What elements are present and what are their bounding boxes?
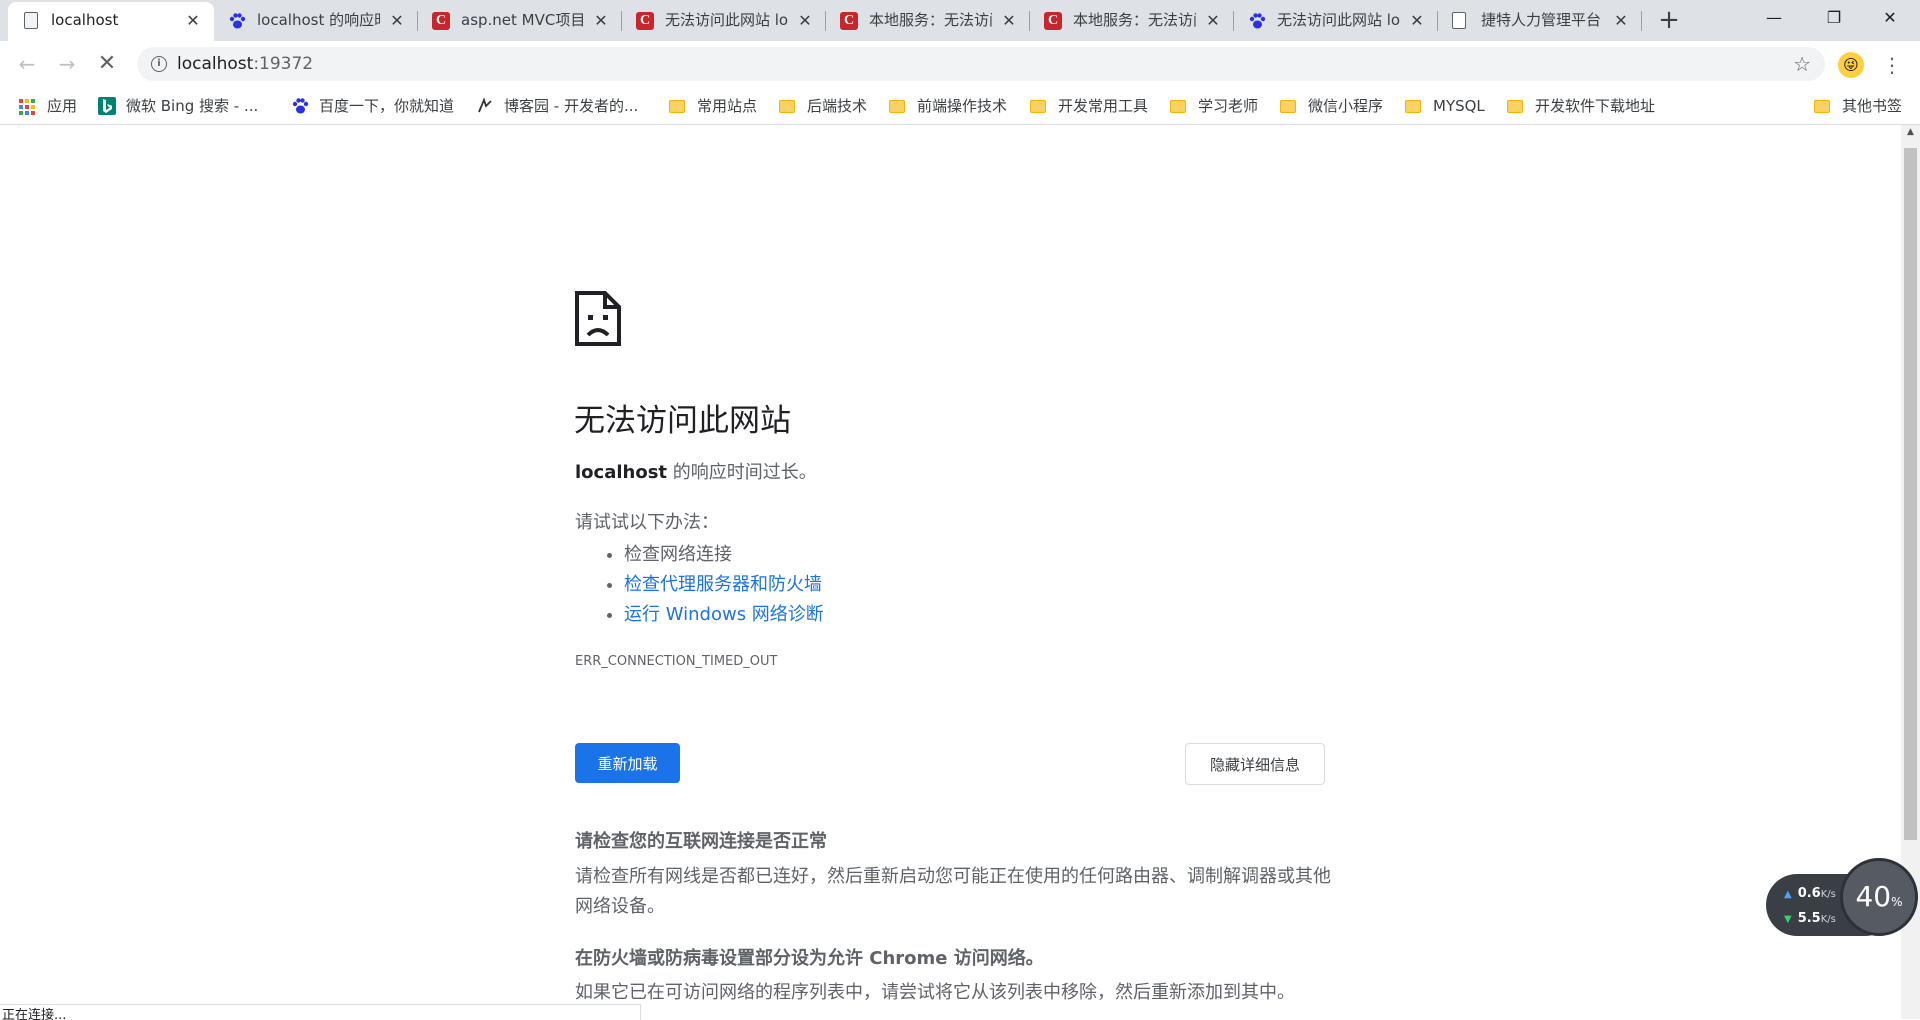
forward-button[interactable]: →	[52, 49, 82, 79]
scroll-thumb[interactable]	[1904, 148, 1917, 840]
suggestions-list: 检查网络连接 检查代理服务器和防火墙 运行 Windows 网络诊断	[600, 540, 824, 630]
folder-icon	[1280, 97, 1298, 115]
page-content: 无法访问此网站 localhost 的响应时间过长。 请试试以下办法： 检查网络…	[0, 125, 1901, 1004]
download-arrow-icon: ▼	[1784, 914, 1792, 925]
tab-item[interactable]: 无法访问此网站 localhost ✕	[1234, 0, 1438, 41]
toolbar: ← → ✕ i localhost:19372 ☆	[0, 41, 1920, 88]
baidu-icon	[1248, 12, 1266, 30]
close-icon[interactable]: ✕	[1408, 12, 1426, 30]
restore-button[interactable]: ❐	[1804, 0, 1864, 36]
folder-icon	[669, 97, 687, 115]
close-icon[interactable]: ✕	[388, 12, 406, 30]
sad-page-icon	[575, 291, 621, 346]
tab-item[interactable]: C 无法访问此网站 localhost ✕	[622, 0, 826, 41]
tab-title: localhost	[51, 11, 119, 29]
tab-title: 本地服务：无法访问	[1073, 11, 1196, 29]
bookmarks-bar: 应用 微软 Bing 搜索 - ... 百度一下，你就知道 博客园 - 开发者的…	[0, 88, 1920, 125]
close-icon[interactable]: ✕	[1204, 12, 1222, 30]
detail-heading: 请检查您的互联网连接是否正常	[575, 831, 827, 852]
suggestions-label: 请试试以下办法：	[575, 512, 719, 533]
folder-icon	[779, 97, 797, 115]
upload-speed: ▲ 0.6K/s	[1784, 886, 1836, 901]
baidu-icon	[228, 12, 246, 30]
close-icon[interactable]: ✕	[592, 12, 610, 30]
more-menu-icon[interactable]: ⋮	[1882, 52, 1902, 78]
upload-arrow-icon: ▲	[1784, 889, 1792, 900]
folder-icon	[1507, 97, 1525, 115]
check-proxy-link[interactable]: 检查代理服务器和防火墙	[624, 570, 824, 600]
page-title: 无法访问此网站	[574, 403, 791, 439]
detail-heading: 在防火墙或防病毒设置部分设为允许 Chrome 访问网络。	[575, 948, 1044, 969]
folder-icon	[1814, 97, 1832, 115]
tab-title: 无法访问此网站 localhost	[1277, 11, 1400, 29]
tab-title: localhost 的响应时间过长	[257, 11, 380, 29]
folder-icon	[889, 97, 907, 115]
tab-title: asp.net MVC项目	[461, 11, 584, 29]
apps-grid-icon	[19, 97, 37, 115]
new-tab-button[interactable]: +	[1655, 7, 1683, 35]
tab-item[interactable]: C asp.net MVC项目 ✕	[418, 0, 622, 41]
minimize-button[interactable]: —	[1744, 0, 1804, 36]
close-icon[interactable]: ✕	[184, 12, 202, 30]
stop-loading-button[interactable]: ✕	[92, 49, 122, 79]
csdn-icon: C	[840, 12, 858, 30]
reload-button[interactable]: 重新加载	[575, 743, 680, 783]
tab-title: 本地服务：无法访问	[869, 11, 992, 29]
info-icon[interactable]: i	[151, 56, 167, 72]
tab-item[interactable]: C 本地服务：无法访问 ✕	[1030, 0, 1234, 41]
tab-item[interactable]: localhost 的响应时间过长 ✕	[214, 0, 418, 41]
url-text[interactable]: localhost:19372	[177, 54, 313, 74]
address-bar[interactable]: i localhost:19372 ☆	[137, 47, 1825, 81]
bing-icon	[98, 97, 116, 115]
close-icon[interactable]: ✕	[796, 12, 814, 30]
scroll-up-arrow-icon[interactable]: ▲	[1901, 127, 1920, 143]
detail-text: 请检查所有网线是否都已连好，然后重新启动您可能正在使用的任何路由器、调制解调器或…	[575, 866, 1331, 917]
csdn-icon: C	[636, 12, 654, 30]
close-window-button[interactable]: ✕	[1860, 0, 1920, 36]
error-code: ERR_CONNECTION_TIMED_OUT	[575, 654, 778, 669]
cnblogs-icon	[476, 97, 494, 115]
status-bubble: 正在连接...	[0, 1004, 641, 1020]
profile-avatar[interactable]: 😜	[1838, 52, 1864, 78]
tab-item[interactable]: C 本地服务：无法访问 ✕	[826, 0, 1030, 41]
back-button[interactable]: ←	[12, 49, 42, 79]
detail-text: 如果它已在可访问网络的程序列表中，请尝试将它从该列表中移除，然后重新添加到其中。	[575, 982, 1295, 1003]
tab-strip: localhost ✕ localhost 的响应时间过长 ✕ C asp.ne…	[0, 0, 1920, 41]
download-speed: ▼ 5.5K/s	[1784, 911, 1836, 926]
folder-icon	[1170, 97, 1188, 115]
star-icon[interactable]: ☆	[1793, 52, 1811, 76]
run-diagnostics-link[interactable]: 运行 Windows 网络诊断	[624, 600, 824, 630]
csdn-icon: C	[1044, 12, 1062, 30]
tab-item[interactable]: 捷特人力管理平台 ✕	[1438, 0, 1642, 41]
memory-gauge[interactable]: 40%	[1840, 858, 1918, 936]
error-message: localhost 的响应时间过长。	[575, 462, 817, 483]
close-icon[interactable]: ✕	[1000, 12, 1018, 30]
baidu-icon	[291, 97, 309, 115]
folder-icon	[1030, 97, 1048, 115]
close-icon[interactable]: ✕	[1612, 12, 1630, 30]
csdn-icon: C	[432, 12, 450, 30]
folder-icon	[1405, 97, 1423, 115]
tab-localhost[interactable]: localhost ✕	[8, 2, 214, 41]
list-item: 检查网络连接	[624, 540, 824, 570]
tab-title: 捷特人力管理平台	[1481, 11, 1602, 29]
document-icon	[1452, 12, 1470, 30]
tab-title: 无法访问此网站 localhost	[665, 11, 788, 29]
hide-details-button[interactable]: 隐藏详细信息	[1185, 743, 1325, 785]
document-icon	[24, 12, 42, 30]
